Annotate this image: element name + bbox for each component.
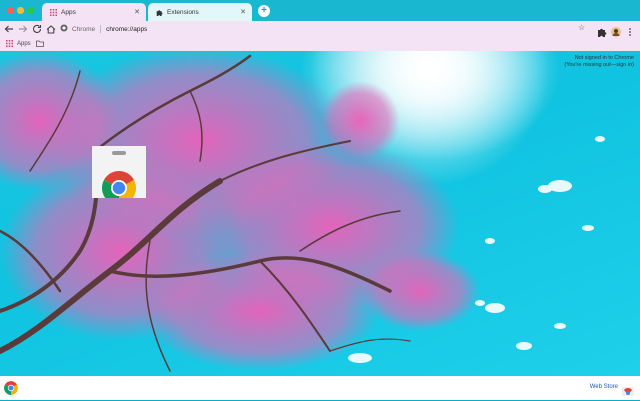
reload-button[interactable]: [31, 23, 43, 35]
extensions-puzzle-icon[interactable]: [597, 24, 607, 37]
arrow-right-icon: [19, 25, 28, 33]
minimize-window-button[interactable]: [17, 7, 24, 14]
url-text: chrome://apps: [106, 25, 148, 33]
zoom-window-button[interactable]: [27, 7, 34, 14]
home-button[interactable]: [45, 23, 57, 35]
kebab-menu-icon[interactable]: [627, 24, 633, 36]
folder-icon: [36, 40, 44, 49]
chrome-page-icon: [60, 24, 68, 34]
signin-line-2[interactable]: (You're missing out—sign in): [564, 62, 634, 69]
apps-footer: Web Store: [0, 376, 640, 400]
site-chip: Chrome: [72, 25, 96, 33]
apps-grid-icon: [6, 40, 13, 47]
web-store-app-icon[interactable]: [92, 146, 146, 205]
close-tab-icon[interactable]: ✕: [132, 8, 142, 16]
signin-notice[interactable]: Not signed in to Chrome (You're missing …: [564, 55, 634, 69]
web-store-icon[interactable]: [622, 383, 634, 401]
omnibox-divider: [100, 25, 102, 33]
blossom-tree-wallpaper: [0, 51, 640, 376]
signin-line-1: Not signed in to Chrome: [574, 55, 634, 61]
profile-avatar-icon[interactable]: [611, 24, 621, 37]
arrow-left-icon: [4, 25, 13, 33]
new-tab-button[interactable]: +: [258, 5, 270, 17]
apps-grid-icon: [50, 8, 57, 16]
tab-extensions[interactable]: Extensions ✕: [148, 3, 252, 21]
bookmark-star-icon[interactable]: ☆: [578, 23, 585, 32]
bookmark-label: Apps: [17, 40, 31, 47]
reload-icon: [33, 24, 42, 33]
web-store-link[interactable]: Web Store: [590, 384, 618, 390]
tab-label: Extensions: [167, 8, 199, 16]
chrome-logo-icon[interactable]: [4, 381, 18, 400]
puzzle-icon: [156, 9, 163, 16]
close-window-button[interactable]: [7, 7, 14, 14]
bookmark-apps[interactable]: Apps: [6, 40, 31, 47]
apps-page-background: Not signed in to Chrome (You're missing …: [0, 51, 640, 376]
address-bar[interactable]: Chrome chrome://apps: [60, 23, 594, 35]
tab-label: Apps: [61, 8, 76, 16]
forward-button[interactable]: [17, 23, 29, 35]
home-icon: [46, 25, 56, 34]
bookmarks-bar: Apps: [0, 37, 640, 51]
close-tab-icon[interactable]: ✕: [238, 8, 248, 16]
toolbar: Chrome chrome://apps ☆: [0, 21, 640, 37]
tab-apps[interactable]: Apps ✕: [42, 3, 146, 21]
bookmark-folder[interactable]: [36, 40, 44, 49]
back-button[interactable]: [3, 23, 15, 35]
title-bar: Apps ✕ Extensions ✕ +: [0, 0, 640, 21]
